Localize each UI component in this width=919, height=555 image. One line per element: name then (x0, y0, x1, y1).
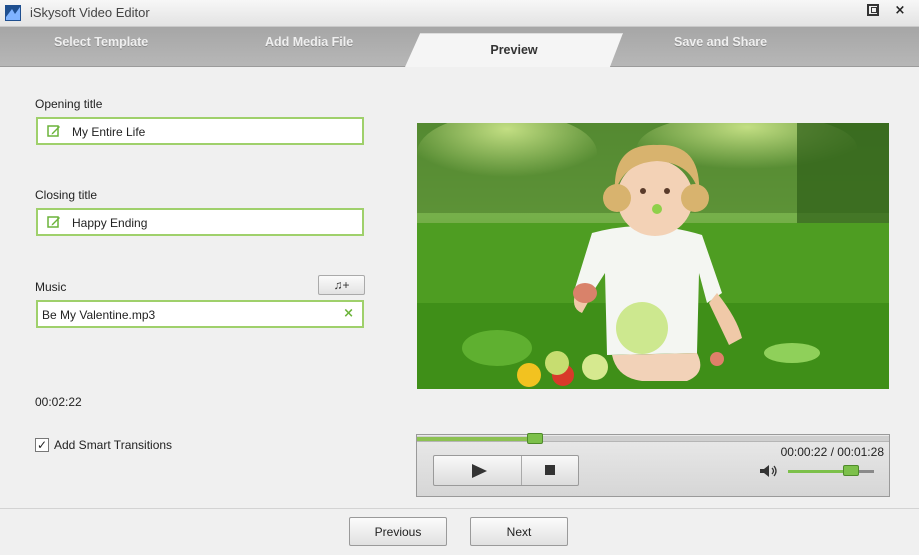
video-player: 00:00:22 / 00:01:28 (416, 433, 890, 497)
tab-preview-label: Preview (490, 43, 538, 57)
next-button[interactable]: Next (470, 517, 568, 546)
time-readout: 00:00:22 / 00:01:28 (780, 445, 884, 459)
edit-icon (47, 216, 60, 228)
music-field[interactable]: × (36, 300, 364, 328)
close-icon[interactable]: × (893, 4, 907, 18)
playback-controls (433, 455, 579, 486)
clear-music-icon[interactable]: × (343, 306, 354, 321)
opening-title-input[interactable] (72, 123, 352, 141)
opening-title-label: Opening title (35, 97, 103, 111)
tab-save-and-share[interactable]: Save and Share (674, 35, 767, 49)
edit-icon (47, 125, 60, 137)
volume-slider[interactable] (788, 465, 874, 476)
closing-title-input[interactable] (72, 214, 352, 232)
closing-title-field[interactable] (36, 208, 364, 236)
seek-handle[interactable] (527, 433, 543, 444)
seek-progress (417, 437, 535, 441)
total-duration: 00:02:22 (35, 395, 82, 409)
seek-bar[interactable] (417, 433, 889, 444)
play-button[interactable] (434, 456, 521, 485)
previous-button[interactable]: Previous (349, 517, 447, 546)
music-input[interactable] (42, 306, 342, 324)
maximize-icon[interactable] (867, 4, 879, 16)
window-title: iSkysoft Video Editor (30, 5, 150, 20)
preview-frame-illustration (417, 123, 889, 389)
music-label: Music (35, 280, 67, 294)
app-logo-icon (5, 5, 21, 21)
smart-transitions-checkbox[interactable]: ✓ (35, 438, 49, 452)
title-bar: iSkysoft Video Editor × (0, 0, 919, 27)
add-music-button[interactable]: ♫+ (318, 275, 365, 295)
volume-handle[interactable] (842, 465, 859, 476)
tab-preview[interactable]: Preview (405, 33, 623, 67)
smart-transitions-label: Add Smart Transitions (54, 438, 173, 452)
closing-title-label: Closing title (35, 188, 98, 202)
volume-level (788, 470, 851, 473)
video-preview (417, 123, 889, 389)
volume-icon[interactable] (759, 464, 779, 478)
opening-title-field[interactable] (36, 117, 364, 145)
stop-button[interactable] (522, 456, 578, 485)
tab-add-media-file[interactable]: Add Media File (265, 35, 353, 49)
tab-select-template[interactable]: Select Template (54, 35, 148, 49)
footer-divider (0, 508, 919, 509)
